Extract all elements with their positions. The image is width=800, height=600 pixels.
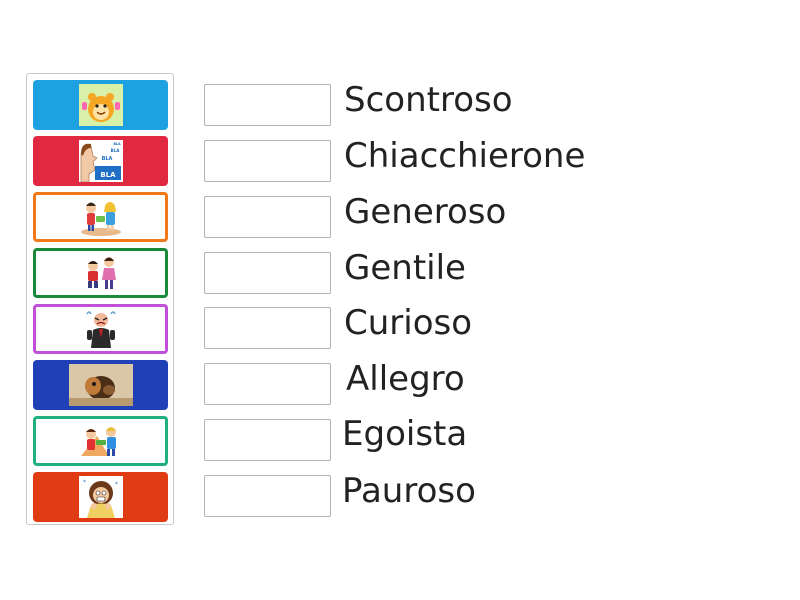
kids-arguing-icon — [80, 427, 116, 456]
picture-tile-kids-arguing[interactable] — [33, 416, 168, 466]
drop-slot-2[interactable] — [204, 140, 331, 182]
word-label: Gentile — [344, 248, 466, 288]
word-label: Egoista — [342, 414, 468, 454]
word-label: Pauroso — [342, 471, 476, 511]
child-helping-icon — [87, 257, 116, 289]
drop-slot-5[interactable] — [204, 307, 331, 349]
bla-text-3: BLA — [110, 148, 120, 153]
picture-tile-child-helping[interactable] — [33, 248, 168, 298]
picture-tile-peeking[interactable] — [33, 360, 168, 410]
frightened-woman-icon: * * — [78, 476, 123, 518]
talking-head-icon: BLA BLA BLA BLA — [78, 140, 123, 182]
match-up-activity: BLA BLA BLA BLA * * Scontroso Chiacchier… — [0, 0, 800, 600]
drop-slot-3[interactable] — [204, 196, 331, 238]
drop-slot-6[interactable] — [204, 363, 331, 405]
drop-slot-7[interactable] — [204, 419, 331, 461]
bla-text-2: BLA — [101, 156, 112, 162]
picture-tile-frightened[interactable]: * * — [33, 472, 168, 522]
drop-slot-8[interactable] — [204, 475, 331, 517]
angry-man-icon — [85, 311, 116, 348]
drop-slot-1[interactable] — [204, 84, 331, 126]
picture-tile-angry-man[interactable] — [33, 304, 168, 354]
picture-tile-happy-hamster[interactable] — [33, 80, 168, 130]
drop-slot-4[interactable] — [204, 252, 331, 294]
picture-tile-panel: BLA BLA BLA BLA * * — [26, 73, 174, 525]
word-label: Chiacchierone — [344, 136, 586, 176]
children-sharing-icon — [80, 202, 121, 236]
word-label: Scontroso — [344, 80, 513, 120]
happy-hamster-icon — [78, 84, 123, 126]
word-label: Generoso — [344, 192, 507, 232]
word-label: Curioso — [344, 303, 473, 343]
picture-tile-talking-head[interactable]: BLA BLA BLA BLA — [33, 136, 168, 186]
bla-text-4: BLA — [113, 142, 121, 146]
svg-text:*: * — [83, 479, 86, 486]
svg-text:*: * — [115, 481, 118, 488]
bla-text-1: BLA — [100, 171, 116, 179]
word-label: Allegro — [346, 359, 465, 399]
peeking-through-hole-icon — [68, 364, 133, 406]
picture-tile-children-sharing[interactable] — [33, 192, 168, 242]
